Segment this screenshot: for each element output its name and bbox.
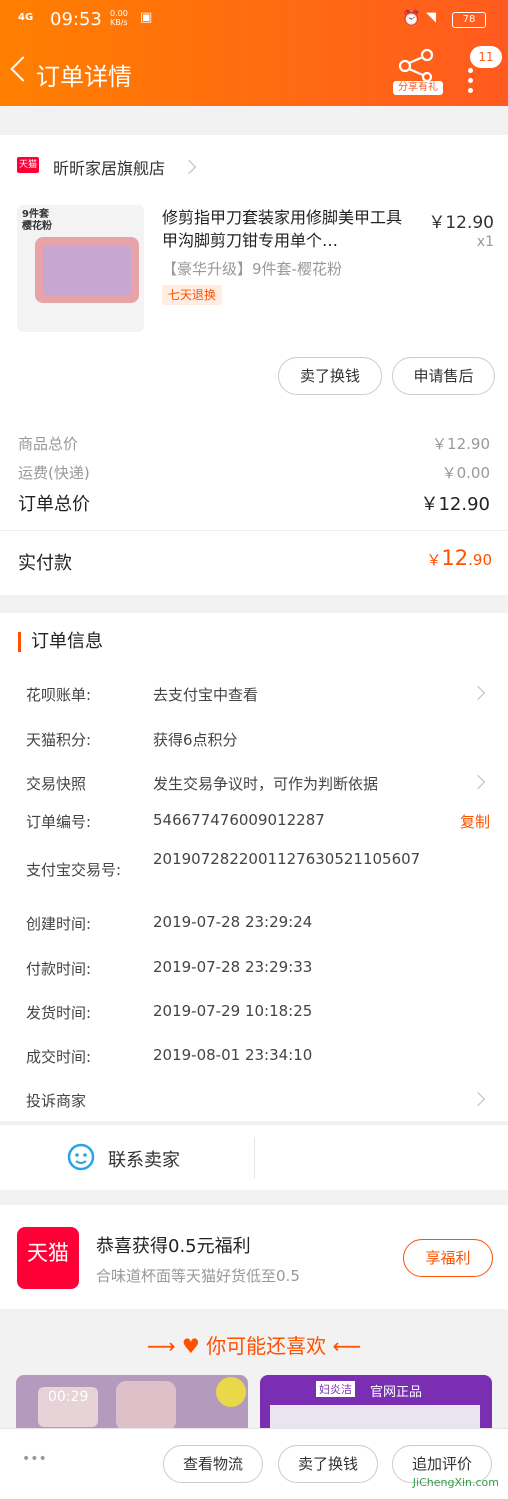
more-menu-icon[interactable]	[468, 68, 476, 98]
divider	[254, 1137, 255, 1179]
product-sku: 【豪华升级】9件套-樱花粉	[162, 260, 342, 278]
alarm-icon: ⏰	[402, 9, 421, 27]
back-arrow-icon[interactable]	[10, 56, 36, 82]
product-case	[35, 237, 139, 303]
thumb-label: 9件套 樱花粉	[22, 209, 52, 232]
tmall-logo: 天猫	[17, 1227, 79, 1289]
paid-amount: ￥12.90	[426, 546, 492, 570]
store-name[interactable]: 昕昕家居旗舰店	[53, 155, 165, 179]
info-value: 2019-07-28 23:29:33	[153, 958, 313, 976]
paid-label: 实付款	[18, 553, 72, 574]
chat-icon	[67, 1143, 95, 1171]
info-label: 天猫积分:	[26, 731, 92, 749]
share-button[interactable]: 分享有礼	[393, 48, 443, 98]
order-info-title: 订单信息	[18, 632, 103, 652]
brand-label: 妇炎洁	[316, 1381, 355, 1397]
product-price: ￥12.90	[428, 213, 494, 233]
status-bar: 4G 09:53 0.00 KB/s ▣ ⏰ ◥ 78	[0, 0, 508, 40]
goods-total-label: 商品总价	[18, 435, 79, 453]
resell-button[interactable]: 卖了换钱	[278, 1445, 378, 1483]
signal-indicator: 4G	[18, 12, 34, 23]
divider	[0, 530, 508, 531]
return-policy-badge: 七天退换	[162, 285, 223, 305]
watermark-text: JiChengXin.com	[412, 1476, 499, 1489]
info-label: 付款时间:	[26, 960, 92, 978]
more-dots-icon[interactable]: •••	[22, 1451, 47, 1467]
contact-seller-label: 联系卖家	[108, 1150, 180, 1171]
share-label: 分享有礼	[393, 81, 443, 95]
recommendation-item[interactable]: 妇炎洁 官网正品	[260, 1375, 492, 1435]
info-value: 2019-08-01 23:34:10	[153, 1046, 313, 1064]
info-value: 2019-07-28 23:29:24	[153, 913, 313, 931]
alipay-trade-number: 2019072822001127630521105607	[153, 850, 421, 868]
goods-total-value: ￥12.90	[432, 435, 490, 453]
app-header: 4G 09:53 0.00 KB/s ▣ ⏰ ◥ 78 订单详情 分享有礼 11	[0, 0, 508, 106]
recommendation-item[interactable]: 00:29	[16, 1375, 248, 1435]
message-badge: 11	[470, 46, 502, 68]
heart-icon: ♥	[181, 1334, 200, 1358]
resell-button[interactable]: 卖了换钱	[278, 357, 382, 395]
info-label: 成交时间:	[26, 1048, 92, 1066]
shipping-value: ￥0.00	[441, 464, 490, 482]
battery-icon: 78	[452, 12, 486, 28]
get-benefit-button[interactable]: 享福利	[403, 1239, 493, 1277]
info-label: 订单编号:	[26, 813, 92, 831]
after-sale-button[interactable]: 申请售后	[392, 357, 495, 395]
view-logistics-button[interactable]: 查看物流	[163, 1445, 263, 1483]
tmall-logo-text: 天猫	[27, 1241, 69, 1265]
net-speed: 0.00 KB/s	[110, 9, 128, 27]
promo-title: 恭喜获得0.5元福利	[96, 1236, 251, 1257]
contact-seller-button[interactable]: 联系卖家	[0, 1124, 508, 1190]
info-label: 创建时间:	[26, 915, 92, 933]
product-name[interactable]: 修剪指甲刀套装家用修脚美甲工具甲沟脚剪刀钳专用单个…	[162, 206, 412, 252]
info-label: 支付宝交易号:	[26, 861, 122, 879]
recommendation-title: ⟶ ♥ 你可能还喜欢 ⟵	[0, 1330, 508, 1359]
paid-decimal: .90	[468, 551, 492, 569]
item-image	[216, 1377, 246, 1407]
item-image	[116, 1381, 176, 1431]
promo-banner: 天猫 恭喜获得0.5元福利 合味道杯面等天猫好货低至0.5 享福利	[0, 1205, 508, 1309]
recommendation-title-text: 你可能还喜欢	[206, 1334, 327, 1358]
share-icon	[398, 48, 434, 83]
wifi-icon: ◥	[426, 10, 436, 25]
info-label: 花呗账单:	[26, 686, 92, 704]
order-total-label: 订单总价	[18, 494, 90, 515]
order-total-value: ￥12.90	[420, 494, 490, 515]
product-quantity: x1	[476, 234, 494, 250]
copy-button[interactable]: 复制	[460, 811, 490, 832]
paid-integer: 12	[441, 546, 469, 570]
notification-icon: ▣	[140, 10, 153, 25]
tmall-store-icon: 天猫	[17, 157, 39, 173]
info-value: 获得6点积分	[153, 731, 238, 749]
video-duration: 00:29	[48, 1389, 89, 1405]
paid-currency: ￥	[426, 551, 442, 569]
shipping-label: 运费(快递)	[18, 464, 90, 482]
watermark: JiChengXin.com	[393, 1445, 503, 1495]
page-title: 订单详情	[36, 63, 132, 91]
complain-merchant[interactable]: 投诉商家	[26, 1090, 86, 1111]
arrow-right-icon: ⟵	[332, 1334, 362, 1358]
info-label: 发货时间:	[26, 1004, 92, 1022]
promo-subtitle: 合味道杯面等天猫好货低至0.5	[96, 1267, 300, 1285]
info-value[interactable]: 发生交易争议时，可作为判断依据	[153, 773, 378, 794]
info-value[interactable]: 去支付宝中查看	[153, 684, 258, 705]
order-number: 546677476009012287	[153, 811, 325, 829]
official-label: 官网正品	[370, 1385, 423, 1400]
info-value: 2019-07-29 10:18:25	[153, 1002, 313, 1020]
clock: 09:53	[50, 9, 102, 30]
info-label: 交易快照	[26, 775, 87, 793]
arrow-left-icon: ⟶	[146, 1334, 182, 1358]
product-image[interactable]: 9件套 樱花粉	[17, 205, 144, 332]
